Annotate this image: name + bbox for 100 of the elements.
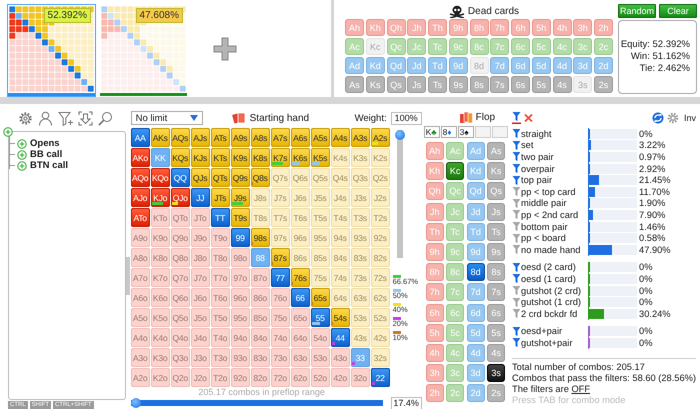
hand-cell[interactable]: J2s [370, 188, 390, 207]
hand-cell[interactable]: 75s [310, 268, 330, 287]
hand-cell[interactable]: A4s [330, 128, 350, 147]
hand-cell[interactable]: 87o [250, 268, 270, 287]
hand-cell[interactable]: T5o [210, 308, 230, 327]
card-button[interactable]: 5d [466, 324, 485, 342]
tree-item[interactable]: BTN call [27, 160, 68, 171]
hand-cell[interactable]: J6o [190, 288, 210, 307]
hand-cell[interactable]: QTs [210, 168, 230, 187]
card-button[interactable]: 3s [487, 364, 506, 382]
card-button[interactable]: Js [407, 76, 426, 93]
hand-cell[interactable]: 84s [330, 248, 350, 267]
hand-cell[interactable]: J3s [350, 188, 370, 207]
hand-cell[interactable]: A8s [250, 128, 270, 147]
refresh-icon[interactable] [652, 112, 664, 124]
card-button[interactable]: 6c [511, 38, 530, 55]
card-button[interactable]: 8s [470, 76, 488, 93]
action-button[interactable]: Clear [659, 4, 697, 18]
card-button[interactable]: 8d [466, 263, 485, 282]
hand-cell[interactable]: J8s [250, 188, 270, 207]
hand-cell[interactable]: 82s [370, 248, 390, 267]
hand-cell[interactable]: 32o [350, 368, 370, 387]
hand-cell[interactable]: 98o [230, 248, 250, 267]
card-button[interactable]: 2d [466, 384, 485, 402]
hand-cell[interactable]: 42o [330, 368, 350, 387]
card-button[interactable]: Kd [466, 162, 485, 180]
download-icon[interactable] [78, 110, 93, 126]
hand-cell[interactable]: 65s [310, 288, 330, 307]
hand-cell[interactable]: Q4o [170, 328, 190, 347]
card-button[interactable]: 6s [487, 304, 506, 322]
hand-cell[interactable]: AKs [150, 128, 170, 147]
hand-cell[interactable]: AA [130, 128, 150, 147]
hand-cell[interactable]: 64s [330, 288, 350, 307]
hand-cell[interactable]: J5s [310, 188, 330, 207]
hand-cell[interactable]: 32s [370, 348, 390, 367]
hand-cell[interactable]: A9o [130, 228, 150, 247]
card-button[interactable]: 9c [448, 38, 468, 55]
hand-cell[interactable]: 99 [230, 228, 250, 247]
hand-cell[interactable]: KJs [190, 148, 210, 167]
hand-cell[interactable]: A3o [130, 348, 150, 367]
hand-cell[interactable]: T8s [250, 208, 270, 227]
hand-cell[interactable]: J4o [190, 328, 210, 347]
hand-cell[interactable]: 76s [290, 268, 310, 287]
hand-cell[interactable]: T4o [210, 328, 230, 347]
card-button[interactable]: Qc [386, 38, 406, 55]
hand-cell[interactable]: ATo [130, 208, 150, 227]
hand-cell[interactable]: 87s [270, 248, 290, 267]
hand-cell[interactable]: A8o [130, 248, 150, 267]
card-button[interactable]: 3d [573, 57, 592, 74]
hand-cell[interactable]: 52o [310, 368, 330, 387]
filter-icon[interactable] [512, 244, 520, 256]
board-card[interactable]: 8♦ [440, 126, 457, 138]
hand-cell[interactable]: Q5o [170, 308, 190, 327]
hand-cell[interactable]: T6o [210, 288, 230, 307]
hand-cell[interactable]: J9s [230, 188, 250, 207]
card-button[interactable]: 2h [426, 384, 444, 402]
hand-cell[interactable]: J8o [190, 248, 210, 267]
hand-cell[interactable]: 96o [230, 288, 250, 307]
hand-cell[interactable]: K5s [310, 148, 330, 167]
hand-cell[interactable]: 64o [290, 328, 310, 347]
hand-cell[interactable]: K9o [150, 228, 170, 247]
hand-cell[interactable]: J2o [190, 368, 210, 387]
hand-cell[interactable]: AKo [130, 148, 150, 167]
splitter-handle[interactable] [126, 257, 130, 295]
card-button[interactable]: Qs [487, 182, 506, 200]
hand-cell[interactable]: KTo [150, 208, 170, 227]
filter-icon[interactable] [512, 285, 520, 296]
card-button[interactable]: Tc [428, 38, 447, 55]
card-button[interactable]: 4h [552, 19, 572, 36]
filter-plus-icon[interactable] [58, 110, 73, 126]
hand-cell[interactable]: AQo [130, 168, 150, 187]
hand-cell[interactable]: K6s [290, 148, 310, 167]
filter-icon[interactable] [512, 337, 520, 348]
hand-cell[interactable]: K2s [370, 148, 390, 167]
card-button[interactable]: 4s [552, 76, 572, 93]
card-button[interactable]: 4d [466, 344, 485, 362]
hand-cell[interactable]: 74s [330, 268, 350, 287]
hand-cell[interactable]: AJo [130, 188, 150, 207]
card-button[interactable]: Ah [345, 19, 364, 36]
hand-cell[interactable]: JTo [190, 208, 210, 227]
hand-cell[interactable]: 42s [370, 328, 390, 347]
hand-cell[interactable]: T2o [210, 368, 230, 387]
hand-cell[interactable]: A4o [130, 328, 150, 347]
card-button[interactable]: 9s [487, 242, 506, 261]
person-icon[interactable] [38, 110, 53, 126]
card-button[interactable]: 2s [594, 76, 613, 93]
card-button[interactable]: Ac [345, 38, 364, 55]
filter-icon[interactable] [512, 140, 520, 151]
hand-cell[interactable]: 65o [290, 308, 310, 327]
hand-cell[interactable]: Q6s [290, 168, 310, 187]
hand-cell[interactable]: 43o [330, 348, 350, 367]
hand-cell[interactable]: 83o [250, 348, 270, 367]
hand-cell[interactable]: 94o [230, 328, 250, 347]
card-button[interactable]: Ad [466, 142, 485, 160]
card-button[interactable]: 5c [446, 324, 464, 342]
hand-cell[interactable]: 85s [310, 248, 330, 267]
hand-cell[interactable]: KTs [210, 148, 230, 167]
card-button[interactable]: Qd [466, 182, 485, 200]
hand-cell[interactable]: 93o [230, 348, 250, 367]
filter-icon[interactable] [512, 174, 520, 186]
